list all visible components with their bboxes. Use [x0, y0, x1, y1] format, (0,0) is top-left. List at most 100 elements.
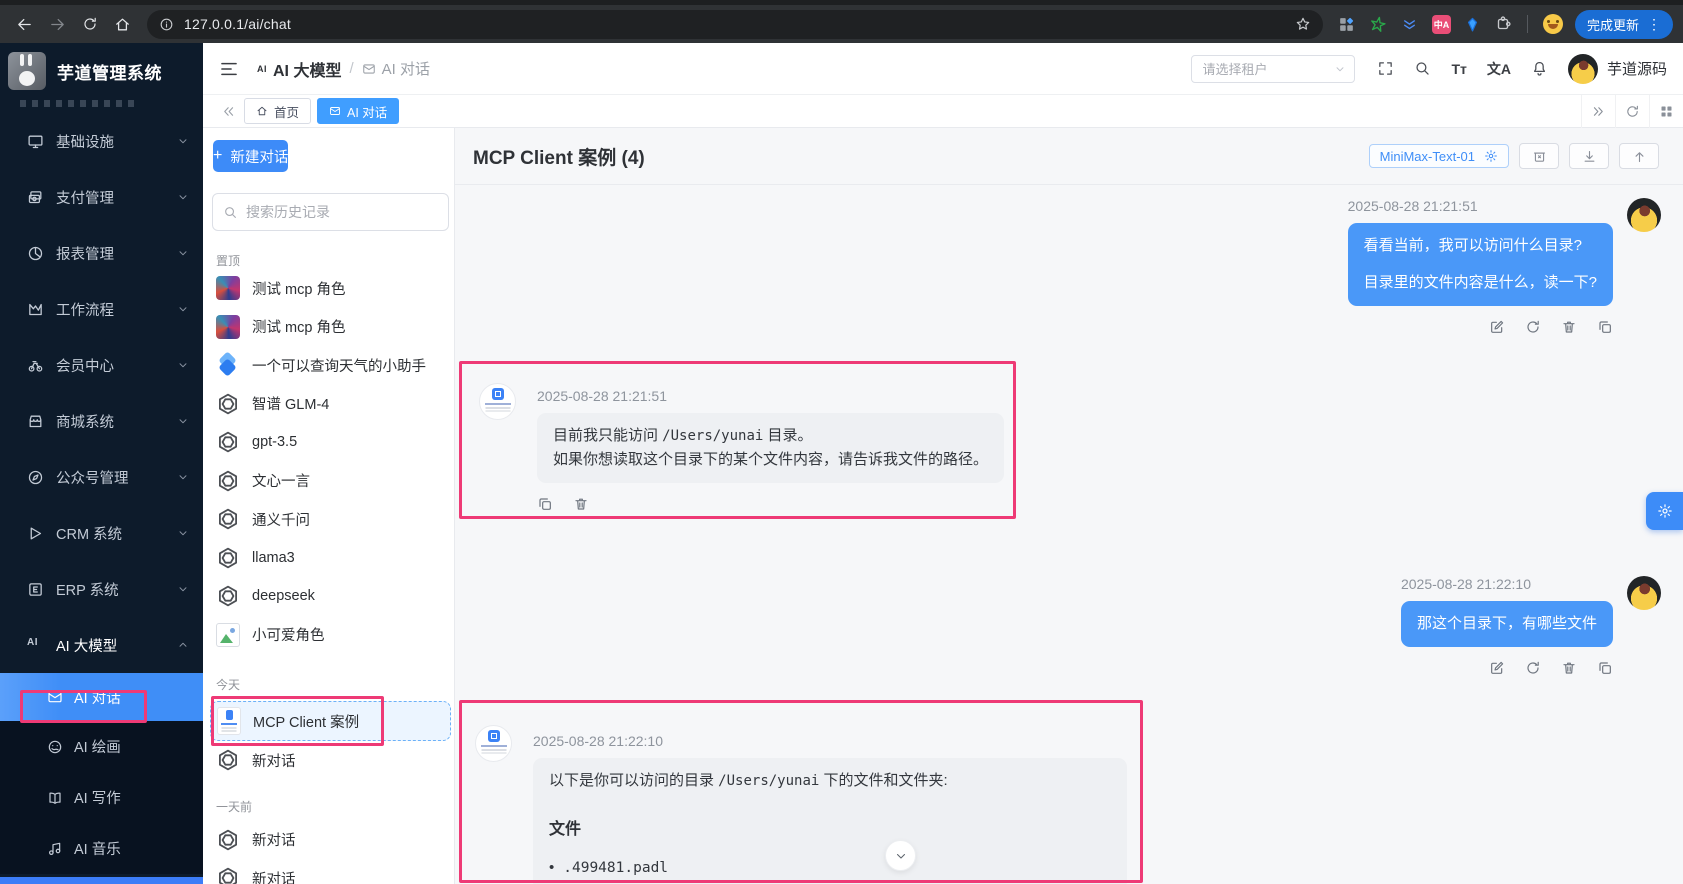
download-button[interactable] — [1569, 143, 1609, 169]
user-avatar[interactable] — [1567, 53, 1598, 84]
conversation-item[interactable]: 通义千问 — [203, 500, 454, 539]
tab-home[interactable]: 首页 — [244, 98, 312, 124]
edit-icon[interactable] — [1489, 319, 1505, 335]
reload-icon[interactable] — [82, 16, 98, 32]
sidebar-item-member[interactable]: 会员中心 — [0, 337, 203, 393]
chevron-down-icon — [894, 849, 908, 863]
browser-menu-icon[interactable]: ⋮ — [1647, 17, 1661, 31]
address-bar[interactable]: 127.0.0.1/ai/chat — [147, 9, 1323, 39]
search-icon — [223, 205, 238, 220]
sidebar-item-workflow[interactable]: 工作流程 — [0, 281, 203, 337]
conversation-item[interactable]: 测试 mcp 角色 — [203, 269, 454, 308]
copy-icon[interactable] — [1597, 319, 1613, 335]
copy-icon[interactable] — [1597, 660, 1613, 676]
bell-icon[interactable] — [1531, 60, 1548, 77]
sidebar-item-report[interactable]: 报表管理 — [0, 225, 203, 281]
sidebar-item-ai-chat[interactable]: AI 对话 — [0, 673, 203, 721]
breadcrumb-current[interactable]: AI 对话 — [382, 58, 430, 79]
collapse-menu-icon[interactable] — [219, 59, 239, 79]
delete-icon[interactable] — [1561, 660, 1577, 676]
conversation-item[interactable]: 智谱 GLM-4 — [203, 385, 454, 424]
sidebar-item-erp[interactable]: ERP 系统 — [0, 561, 203, 617]
locale-icon[interactable]: 文A — [1487, 59, 1511, 79]
double-chevron-icon[interactable] — [1400, 15, 1419, 34]
sidebar-item-mall[interactable]: 商城系统 — [0, 393, 203, 449]
scroll-to-bottom-button[interactable] — [885, 840, 916, 871]
sidebar-scroll-strip[interactable] — [0, 877, 203, 884]
app-logo-row[interactable]: 芋道管理系统 — [0, 43, 203, 96]
screen: 127.0.0.1/ai/chat 中A 完成更新 ⋮ 芋道管理系统 基础设施 … — [0, 0, 1683, 884]
delete-icon[interactable] — [1561, 319, 1577, 335]
grid-extension-icon[interactable] — [1337, 15, 1356, 34]
url-text[interactable]: 127.0.0.1/ai/chat — [184, 16, 1295, 32]
clear-messages-button[interactable] — [1519, 143, 1559, 169]
sidebar-item-mp[interactable]: 公众号管理 — [0, 449, 203, 505]
app-title: 芋道管理系统 — [57, 63, 162, 83]
gem-icon[interactable] — [1464, 16, 1481, 33]
emoji-profile-icon[interactable] — [1542, 14, 1563, 34]
conversation-item[interactable]: 一个可以查询天气的小助手 — [203, 346, 454, 385]
sidebar-item-ai-draw[interactable]: AI 绘画 — [0, 721, 203, 772]
fullscreen-icon[interactable] — [1377, 60, 1394, 77]
forward-icon[interactable] — [49, 16, 66, 33]
conversation-item-selected[interactable]: MCP Client 案例 — [210, 701, 451, 741]
sidebar-item-ai-write[interactable]: AI 写作 — [0, 772, 203, 823]
back-icon[interactable] — [16, 16, 33, 33]
sidebar-submenu: AI 对话 AI 绘画 AI 写作 AI 音乐 — [0, 673, 203, 874]
tab-ai-chat[interactable]: AI 对话 — [317, 98, 400, 124]
font-size-icon[interactable]: Tᴛ — [1451, 61, 1466, 77]
tab-options-button[interactable] — [1649, 94, 1683, 128]
user-message-bubble: 那这个目录下，有哪些文件 — [1400, 601, 1613, 647]
sidebar-item-infrastructure[interactable]: 基础设施 — [0, 113, 203, 169]
sidebar-item-crm[interactable]: CRM 系统 — [0, 505, 203, 561]
conversation-search-input[interactable] — [246, 204, 438, 220]
browser-home-icon[interactable] — [114, 16, 131, 33]
conversation-item[interactable]: 新对话 — [203, 821, 454, 860]
bookmark-star-icon[interactable] — [1295, 16, 1311, 32]
gear-icon — [1484, 149, 1498, 163]
scroll-tabs-right-button[interactable] — [1581, 94, 1615, 128]
conversation-item[interactable]: 新对话 — [203, 859, 454, 884]
conversation-item[interactable]: llama3 — [203, 539, 454, 578]
sidebar-item-ai-music[interactable]: AI 音乐 — [0, 823, 203, 874]
copy-icon[interactable] — [537, 496, 553, 512]
model-select[interactable]: MiniMax-Text-01 — [1368, 144, 1509, 168]
app-logo — [8, 52, 46, 90]
browser-update-button[interactable]: 完成更新 ⋮ — [1574, 9, 1673, 39]
settings-drawer-tab[interactable] — [1646, 492, 1683, 530]
conversation-item[interactable]: 文心一言 — [203, 462, 454, 501]
user-avatar — [1627, 576, 1661, 610]
conversation-item[interactable]: 新对话 — [203, 741, 454, 780]
edit-icon[interactable] — [1489, 660, 1505, 676]
username[interactable]: 芋道源码 — [1607, 58, 1667, 79]
refresh-tab-button[interactable] — [1615, 94, 1649, 128]
delete-icon[interactable] — [573, 496, 589, 512]
download-icon — [1582, 149, 1597, 164]
sidebar-item-payment[interactable]: 支付管理 — [0, 169, 203, 225]
conversation-item[interactable]: deepseek — [203, 577, 454, 616]
conversation-search[interactable] — [212, 193, 449, 231]
site-info-icon[interactable] — [159, 17, 174, 32]
tenant-select[interactable]: 请选择租户 — [1191, 54, 1356, 83]
tenant-placeholder: 请选择租户 — [1202, 62, 1268, 77]
regenerate-icon[interactable] — [1525, 319, 1541, 335]
new-conversation-button[interactable]: + 新建对话 — [213, 140, 289, 172]
green-star-icon[interactable] — [1369, 15, 1387, 33]
openai-logo-icon — [216, 828, 240, 852]
search-icon[interactable] — [1414, 60, 1431, 77]
scroll-tabs-left-icon[interactable] — [221, 104, 236, 119]
chevron-down-icon — [177, 191, 189, 203]
conversation-item[interactable]: 小可爱角色 — [203, 616, 454, 655]
conversation-item[interactable]: gpt-3.5 — [203, 423, 454, 462]
user-message: 2025-08-28 21:22:10 那这个目录下，有哪些文件 — [1400, 576, 1661, 676]
puzzle-icon[interactable] — [1494, 15, 1512, 33]
gear-icon — [1657, 503, 1673, 519]
regenerate-icon[interactable] — [1525, 660, 1541, 676]
conversation-item[interactable]: 测试 mcp 角色 — [203, 308, 454, 347]
scroll-top-button[interactable] — [1619, 143, 1659, 169]
message-timestamp: 2025-08-28 21:21:51 — [1347, 198, 1478, 214]
sidebar-item-ai[interactable]: AI AI 大模型 — [0, 617, 203, 673]
breadcrumb-parent[interactable]: AI 大模型 — [273, 57, 341, 81]
openai-logo-icon — [216, 546, 240, 570]
translate-badge-icon[interactable]: 中A — [1431, 14, 1451, 34]
